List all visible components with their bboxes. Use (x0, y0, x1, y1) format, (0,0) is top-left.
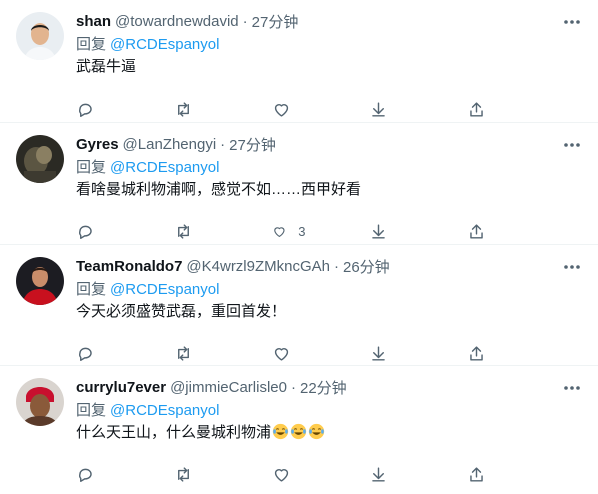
retweet-button[interactable] (174, 100, 208, 119)
retweet-icon (177, 101, 189, 117)
reply-mention-link[interactable]: @RCDEspanyol (110, 402, 219, 419)
share-via-button[interactable] (369, 344, 403, 363)
avatar[interactable] (16, 257, 64, 305)
share-via-button[interactable] (369, 222, 403, 241)
timestamp[interactable]: 27分钟 (229, 134, 276, 155)
like-button[interactable] (272, 465, 306, 484)
retweet-button[interactable] (174, 344, 208, 363)
more-options-button[interactable] (562, 12, 582, 32)
reply-icon (79, 468, 92, 482)
more-options-button[interactable] (562, 257, 582, 277)
separator-dot: · (334, 257, 339, 275)
retweet-button[interactable] (174, 222, 208, 241)
share-via-button[interactable] (369, 465, 403, 484)
separator-dot: · (220, 135, 226, 153)
heart-icon (274, 103, 288, 117)
face-with-tears-of-joy-icon (290, 423, 307, 440)
reply-mention-link[interactable]: @RCDEspanyol (110, 159, 219, 176)
username[interactable]: @towardnewdavid (115, 13, 239, 30)
more-options-button[interactable] (562, 135, 582, 155)
retweet-button[interactable] (174, 465, 208, 484)
reply-button[interactable] (76, 465, 110, 484)
display-name[interactable]: Gyres (76, 136, 119, 153)
retweet-icon (177, 466, 189, 482)
timestamp[interactable]: 27分钟 (252, 11, 299, 32)
reply-prefix: 回复 (76, 402, 107, 419)
tweet-header: currylu7ever @jimmieCarlisle0 · 22分钟 (76, 376, 582, 398)
tweet-actions (76, 454, 501, 494)
reply-context: 回复 @RCDEspanyol (76, 400, 582, 422)
share-button[interactable] (467, 465, 501, 484)
reply-feed: shan @towardnewdavid · 27分钟 回复 @RCDEspany… (0, 0, 598, 488)
heart-icon (274, 347, 288, 361)
tweet-header: TeamRonaldo7 @K4wrzl9ZMkncGAh · 26分钟 (76, 255, 582, 277)
tweet-text: 看啥曼城利物浦啊，感觉不如……西甲好看 (76, 181, 362, 198)
like-button[interactable] (272, 344, 306, 363)
heart-icon (274, 468, 288, 482)
retweet-icon (177, 345, 189, 361)
reply-prefix: 回复 (76, 36, 107, 53)
more-dots-icon (564, 265, 580, 269)
reply-prefix: 回复 (76, 281, 107, 298)
tweet[interactable]: shan @towardnewdavid · 27分钟 回复 @RCDEspany… (0, 0, 598, 123)
tweet-header: shan @towardnewdavid · 27分钟 (76, 10, 582, 32)
share-icon (470, 101, 483, 117)
tweet-header: Gyres @LanZhengyi · 27分钟 (76, 133, 582, 155)
avatar[interactable] (16, 378, 64, 426)
share-button[interactable] (467, 100, 501, 119)
like-count: 3 (298, 223, 306, 239)
tweet-text: 武磊牛逼 (76, 58, 137, 75)
separator-dot: · (290, 378, 296, 396)
share-button[interactable] (467, 222, 501, 241)
more-dots-icon (564, 143, 580, 147)
display-name[interactable]: TeamRonaldo7 (76, 258, 182, 275)
download-arrow-icon (372, 466, 386, 482)
tweet-text-container: 什么天王山，什么曼城利物浦 (76, 422, 582, 444)
share-via-button[interactable] (369, 100, 403, 119)
share-icon (470, 466, 483, 482)
reply-button[interactable] (76, 100, 110, 119)
download-arrow-icon (372, 223, 386, 239)
separator-dot: · (242, 12, 248, 30)
avatar[interactable] (16, 12, 64, 60)
display-name[interactable]: currylu7ever (76, 379, 166, 396)
username[interactable]: @LanZhengyi (123, 136, 217, 153)
tweet[interactable]: TeamRonaldo7 @K4wrzl9ZMkncGAh · 26分钟 回复 @… (0, 245, 598, 366)
reply-mention-link[interactable]: @RCDEspanyol (110, 36, 219, 53)
timestamp[interactable]: 22分钟 (300, 377, 347, 398)
retweet-icon (177, 223, 189, 239)
face-with-tears-of-joy-icon (272, 423, 289, 440)
like-button[interactable]: 3 (272, 222, 306, 241)
share-button[interactable] (467, 344, 501, 363)
share-icon (470, 345, 483, 361)
display-name[interactable]: shan (76, 13, 111, 30)
username[interactable]: @K4wrzl9ZMkncGAh (186, 258, 330, 275)
more-options-button[interactable] (562, 378, 582, 398)
avatar[interactable] (16, 135, 64, 183)
reply-prefix: 回复 (76, 159, 107, 176)
tweet-text: 什么天王山，什么曼城利物浦 (76, 424, 272, 441)
download-arrow-icon (372, 345, 386, 361)
username[interactable]: @jimmieCarlisle0 (170, 379, 287, 396)
like-button[interactable] (272, 100, 306, 119)
reply-icon (79, 225, 92, 239)
share-icon (470, 223, 483, 239)
reply-button[interactable] (76, 344, 110, 363)
reply-icon (79, 103, 92, 117)
reply-context: 回复 @RCDEspanyol (76, 157, 582, 179)
reply-context: 回复 @RCDEspanyol (76, 279, 582, 301)
tweet[interactable]: currylu7ever @jimmieCarlisle0 · 22分钟 回复 @… (0, 366, 598, 488)
download-arrow-icon (372, 101, 386, 117)
heart-icon (273, 226, 285, 237)
reply-button[interactable] (76, 222, 110, 241)
timestamp[interactable]: 26分钟 (343, 256, 390, 277)
reply-context: 回复 @RCDEspanyol (76, 34, 582, 56)
reply-mention-link[interactable]: @RCDEspanyol (110, 281, 219, 298)
more-dots-icon (564, 20, 580, 24)
tweet[interactable]: Gyres @LanZhengyi · 27分钟 回复 @RCDEspanyol … (0, 123, 598, 245)
tweet-text: 今天必须盛赞武磊，重回首发！ (76, 303, 287, 320)
reply-icon (79, 347, 92, 361)
face-with-tears-of-joy-icon (308, 423, 325, 440)
more-dots-icon (564, 386, 580, 390)
